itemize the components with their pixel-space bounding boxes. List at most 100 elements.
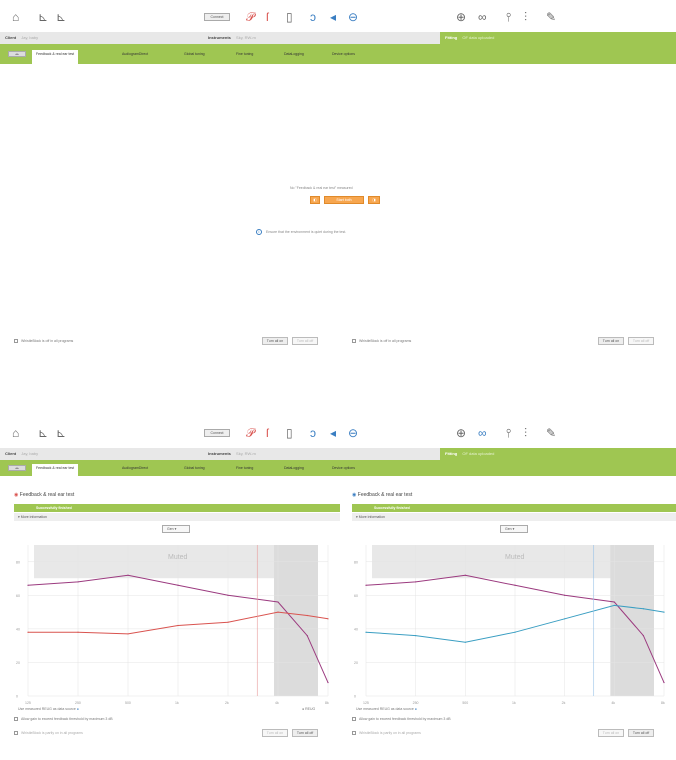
audiogram-right-icon[interactable]: ⊾	[56, 426, 66, 440]
tab-audiogramdirect[interactable]: AudiogramDirect	[118, 464, 152, 478]
lock-icon[interactable]: ⊖	[348, 10, 358, 24]
fitting-label: Fitting	[445, 35, 458, 40]
right-turn-all-on-button[interactable]: Turn all on	[598, 729, 624, 737]
left-whistleblock-text: WhistleBlock is partly on in all program…	[21, 731, 83, 735]
device-icon[interactable]: ▯	[286, 426, 293, 440]
speaker-icon[interactable]: ◂	[330, 426, 336, 440]
right-x-tick-label: 8k	[661, 701, 665, 705]
left-x-tick-label: 250	[75, 701, 81, 705]
right-program-dropdown[interactable]: Gen ▾	[500, 525, 528, 533]
left-toggle-icon[interactable]: ●	[77, 707, 79, 711]
turn-all-off-left-button[interactable]: Turn all off	[292, 337, 318, 345]
turn-all-on-left-button[interactable]: Turn all on	[262, 337, 288, 345]
connect-button[interactable]: Connect	[204, 13, 230, 21]
client-value[interactable]: Jay, baby	[21, 451, 38, 456]
settings-sliders-icon[interactable]: ⫶	[524, 426, 527, 440]
left-turn-all-off-button[interactable]: Turn all off	[292, 729, 318, 737]
right-more-info-text: More information	[358, 515, 385, 519]
receiver-icon[interactable]: ſ	[266, 426, 269, 440]
right-panel-title: ◉ Feedback & real ear test	[352, 492, 412, 498]
tab-nav-arrows[interactable]: ◂ ▸	[8, 51, 26, 57]
audiogram-left-icon[interactable]: ⊾	[38, 10, 48, 24]
right-allow-gain-checkbox[interactable]	[352, 717, 356, 722]
device-icon[interactable]: ▯	[286, 10, 293, 24]
right-toggle-icon[interactable]: ●	[415, 707, 417, 711]
tab-fine-tuning[interactable]: Fine tuning	[232, 50, 257, 64]
left-x-tick-label: 8k	[325, 701, 329, 705]
start-left-button[interactable]: ◧	[310, 196, 320, 204]
left-allow-gain: Allow gain to exceed feedback threshold …	[14, 716, 113, 722]
tab-device-options[interactable]: Device options	[328, 464, 359, 478]
instruments-value[interactable]: Sky, RW-m	[236, 35, 256, 40]
left-series-point-1	[77, 631, 79, 633]
left-series-point-1	[27, 631, 29, 633]
tab-audiogramdirect[interactable]: AudiogramDirect	[118, 50, 152, 64]
lock-icon[interactable]: ⊖	[348, 426, 358, 440]
tools-icon[interactable]: ✎	[546, 426, 556, 440]
right-y-tick-label: 20	[354, 661, 358, 665]
left-series-point-0	[127, 574, 129, 576]
tab-feedback[interactable]: Feedback & real ear test	[32, 464, 79, 476]
right-allow-gain-text: Allow gain to exceed feedback threshold …	[359, 717, 451, 721]
globe-icon[interactable]: ⊕	[456, 10, 466, 24]
tab-device-options[interactable]: Device options	[328, 50, 359, 64]
pin-icon[interactable]: ⫯	[506, 426, 511, 440]
home-icon[interactable]: ⌂	[12, 426, 19, 440]
hearing-aids-icon[interactable]: ∞	[478, 10, 487, 24]
left-x-tick-label: 125	[25, 701, 31, 705]
ear-icon[interactable]: ↄ	[310, 426, 316, 440]
left-turn-all-on-button[interactable]: Turn all on	[262, 729, 288, 737]
toolbar: ⌂ ⊾ ⊾ Connect 𝒫 ſ ▯ ↄ ◂ ⊖ ⊕ ∞ ⫯ ⫶ ✎	[0, 0, 676, 32]
tab-feedback[interactable]: Feedback & real ear test	[32, 50, 79, 64]
start-right-button[interactable]: ◨	[368, 196, 380, 204]
whistleblock-left-checkbox[interactable]	[14, 339, 18, 344]
right-x-tick-label: 125	[363, 701, 369, 705]
right-turn-all-off-button[interactable]: Turn all off	[628, 729, 654, 737]
right-x-tick-label: 1k	[512, 701, 516, 705]
right-whistleblock-text: WhistleBlock is partly on in all program…	[359, 731, 421, 735]
tab-global-tuning[interactable]: Global tuning	[180, 464, 209, 478]
audiogram-right-icon[interactable]: ⊾	[56, 10, 66, 24]
home-icon[interactable]: ⌂	[12, 10, 19, 24]
ear-icon[interactable]: ↄ	[310, 10, 316, 24]
whistleblock-right-checkbox[interactable]	[352, 339, 356, 344]
right-hf-band	[610, 545, 654, 696]
tab-fine-tuning[interactable]: Fine tuning	[232, 464, 257, 478]
client-value[interactable]: Jay, baby	[21, 35, 38, 40]
tab-nav-arrows[interactable]: ◂ ▸	[8, 465, 26, 471]
tab-datalogging[interactable]: DataLogging	[280, 464, 308, 478]
left-series-point-0	[277, 601, 279, 603]
right-series-point-0	[663, 681, 665, 684]
turn-all-off-right-button[interactable]: Turn all off	[628, 337, 654, 345]
pin-icon[interactable]: ⫯	[506, 10, 511, 24]
turn-all-on-right-button[interactable]: Turn all on	[598, 337, 624, 345]
toolbar: ⌂ ⊾ ⊾ Connect 𝒫 ſ ▯ ↄ ◂ ⊖ ⊕ ∞ ⫯ ⫶ ✎	[0, 380, 676, 440]
right-more-info[interactable]: ▾ More information	[352, 513, 676, 521]
tools-icon[interactable]: ✎	[546, 10, 556, 24]
settings-sliders-icon[interactable]: ⫶	[524, 10, 527, 24]
left-allow-gain-text: Allow gain to exceed feedback threshold …	[21, 717, 113, 721]
speaker-icon[interactable]: ◂	[330, 10, 336, 24]
hearing-aid-red-icon[interactable]: 𝒫	[246, 426, 255, 440]
left-more-info[interactable]: ▾ More information	[14, 513, 340, 521]
instruments-value[interactable]: Sky, RW-m	[236, 451, 256, 456]
left-hf-band	[274, 545, 318, 696]
right-whistleblock-checkbox[interactable]	[352, 731, 356, 736]
start-both-button[interactable]: Start both	[324, 196, 364, 204]
hearing-aids-icon[interactable]: ∞	[478, 426, 487, 440]
hearing-aid-red-icon[interactable]: 𝒫	[246, 10, 255, 24]
left-y-tick-label: 60	[16, 594, 20, 598]
screen-measured: ⌂ ⊾ ⊾ Connect 𝒫 ſ ▯ ↄ ◂ ⊖ ⊕ ∞ ⫯ ⫶ ✎ Clie…	[0, 380, 676, 760]
receiver-icon[interactable]: ſ	[266, 10, 269, 24]
tab-global-tuning[interactable]: Global tuning	[180, 50, 209, 64]
left-allow-gain-checkbox[interactable]	[14, 717, 18, 722]
right-muted-label: Muted	[505, 554, 525, 561]
audiogram-left-icon[interactable]: ⊾	[38, 426, 48, 440]
left-whistleblock-checkbox[interactable]	[14, 731, 18, 736]
left-program-dropdown[interactable]: Gen ▾	[162, 525, 190, 533]
connect-button[interactable]: Connect	[204, 429, 230, 437]
instruments-label: Instruments	[208, 451, 231, 456]
left-feedback-chart: 80 60 40 20 0 125 250 500 1k 2k 4k 8k Muted	[16, 545, 329, 705]
tab-datalogging[interactable]: DataLogging	[280, 50, 308, 64]
globe-icon[interactable]: ⊕	[456, 426, 466, 440]
